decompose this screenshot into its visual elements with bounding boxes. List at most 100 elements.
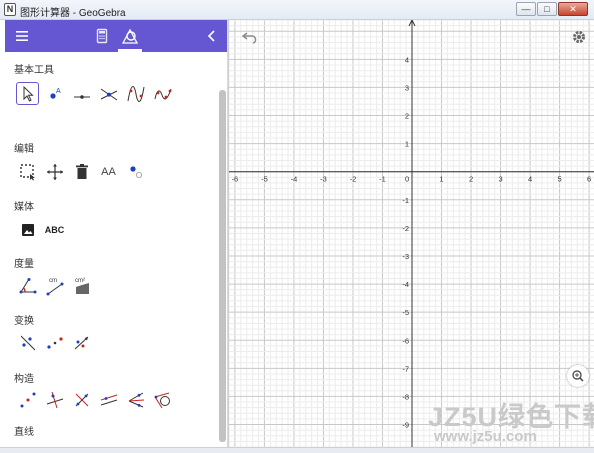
- reflect-point-tool[interactable]: [43, 331, 66, 354]
- image-icon: [21, 223, 34, 236]
- tangents-icon: [154, 392, 170, 408]
- freehand-tool[interactable]: [151, 82, 174, 105]
- tool-row-media: ABC: [16, 218, 66, 241]
- x-tick-label: 4: [528, 175, 532, 184]
- text-tool-label: ABC: [44, 224, 65, 235]
- translate-vector-icon: [74, 336, 88, 349]
- x-tick-label: -2: [350, 175, 357, 184]
- intersect-tool[interactable]: [97, 82, 120, 105]
- show-hide-tool[interactable]: [124, 160, 147, 183]
- reflect-point-icon: [46, 336, 63, 349]
- midpoint-icon: [20, 392, 35, 407]
- tangents-tool[interactable]: [151, 388, 174, 411]
- area-tool[interactable]: cm²: [70, 274, 93, 297]
- x-tick-label: -3: [320, 175, 327, 184]
- translate-vector-tool[interactable]: [70, 331, 93, 354]
- text-tool[interactable]: ABC: [43, 218, 66, 241]
- parallel-icon: [100, 394, 117, 405]
- image-tool[interactable]: [16, 218, 39, 241]
- undo-icon[interactable]: [241, 30, 258, 44]
- category-label-media: 媒体: [14, 202, 34, 213]
- slider-icon: [73, 94, 90, 99]
- y-tick-label: -6: [402, 336, 409, 345]
- show-hide-icon: [129, 165, 142, 178]
- delete-tool[interactable]: [70, 160, 93, 183]
- close-button[interactable]: ✕: [558, 2, 588, 16]
- x-tick-label: 1: [439, 175, 443, 184]
- move-arrows-icon: [46, 163, 63, 180]
- cursor-icon: [23, 85, 34, 102]
- text-style-tool[interactable]: AA: [97, 160, 120, 183]
- y-tick-label: 1: [405, 140, 409, 149]
- select-tool[interactable]: [16, 160, 39, 183]
- menu-icon[interactable]: [13, 27, 31, 45]
- graphics-view[interactable]: -6 -5 -4 -3 -2 -1 0 1 2 3 4 5 6 4 3 2 1 -1 -2 -3 -4 -5 -6 -7 -8 -…: [228, 20, 594, 447]
- area-unit-label: cm²: [75, 278, 85, 284]
- chevron-left-icon[interactable]: [203, 27, 221, 45]
- zoom-in-icon[interactable]: [567, 365, 589, 387]
- tools-panel: 基本工具 A 编辑 AA 媒体 ABC 度量 cm cm² 变换 构造 直线: [5, 20, 228, 447]
- minimize-button[interactable]: —: [516, 2, 536, 16]
- category-label-lines: 直线: [14, 427, 34, 438]
- point-tool[interactable]: A: [43, 82, 66, 105]
- function-icon: [127, 85, 144, 102]
- y-tick-label: -1: [402, 196, 409, 205]
- coordinate-grid[interactable]: -6 -5 -4 -3 -2 -1 0 1 2 3 4 5 6 4 3 2 1 -1 -2 -3 -4 -5 -6 -7 -8 -…: [229, 20, 594, 447]
- midpoint-tool[interactable]: [16, 388, 39, 411]
- reflect-line-tool[interactable]: [16, 331, 39, 354]
- distance-icon: cm: [46, 278, 63, 295]
- tools-list: 基本工具 A 编辑 AA 媒体 ABC 度量 cm cm² 变换 构造 直线: [5, 52, 227, 447]
- panel-header: [5, 20, 227, 52]
- trash-icon: [75, 163, 88, 179]
- tool-row-transform: [16, 331, 93, 354]
- reflect-line-icon: [20, 335, 35, 350]
- gear-icon[interactable]: [571, 29, 587, 45]
- perpendicular-icon: [46, 391, 63, 408]
- tool-row-edit: AA: [16, 160, 147, 183]
- angle-tool[interactable]: [16, 274, 39, 297]
- point-icon: A: [49, 88, 61, 99]
- x-tick-label: -6: [232, 175, 239, 184]
- freehand-icon: [154, 88, 171, 99]
- maximize-button[interactable]: □: [537, 2, 557, 16]
- tool-row-measure: cm cm²: [16, 274, 93, 297]
- tools-icon[interactable]: [121, 27, 139, 45]
- function-tool[interactable]: [124, 82, 147, 105]
- y-tick-label: -4: [402, 280, 409, 289]
- x-tick-label: 3: [498, 175, 502, 184]
- perpendicular-bisector-tool[interactable]: [70, 388, 93, 411]
- watermark: JZ5U绿色下载 www.jz5u.com: [420, 395, 594, 451]
- slider-tool[interactable]: [70, 82, 93, 105]
- y-tick-label: -2: [402, 224, 409, 233]
- category-label-construct: 构造: [14, 374, 34, 385]
- y-tick-label: -3: [402, 252, 409, 261]
- y-tick-label: -8: [402, 392, 409, 401]
- move-graphics-tool[interactable]: [43, 160, 66, 183]
- move-tool[interactable]: [16, 82, 39, 105]
- y-tick-label: -7: [402, 364, 409, 373]
- category-label-edit: 编辑: [14, 144, 34, 155]
- x-tick-label: 6: [587, 175, 591, 184]
- y-tick-label: 2: [405, 112, 409, 121]
- y-tick-label: -5: [402, 308, 409, 317]
- y-tick-label: 4: [405, 55, 409, 64]
- x-tick-label: -5: [261, 175, 268, 184]
- window-controls: — □ ✕: [516, 2, 588, 16]
- y-tick-label: -9: [402, 421, 409, 430]
- panel-scrollbar[interactable]: [219, 90, 226, 442]
- calculator-icon[interactable]: [93, 27, 111, 45]
- distance-unit-label: cm: [49, 278, 57, 284]
- distance-tool[interactable]: cm: [43, 274, 66, 297]
- select-icon: [19, 163, 35, 180]
- svg-text:A: A: [56, 88, 61, 95]
- parallel-tool[interactable]: [97, 388, 120, 411]
- angle-bisector-tool[interactable]: [124, 388, 147, 411]
- text-style-label: AA: [101, 165, 116, 178]
- x-tick-label: 2: [469, 175, 473, 184]
- angle-icon: [19, 277, 36, 293]
- tool-row-basic: A: [16, 82, 174, 105]
- intersect-icon: [100, 88, 117, 100]
- watermark-url: www.jz5u.com: [434, 428, 537, 445]
- perpendicular-tool[interactable]: [43, 388, 66, 411]
- tool-row-construct: [16, 388, 174, 411]
